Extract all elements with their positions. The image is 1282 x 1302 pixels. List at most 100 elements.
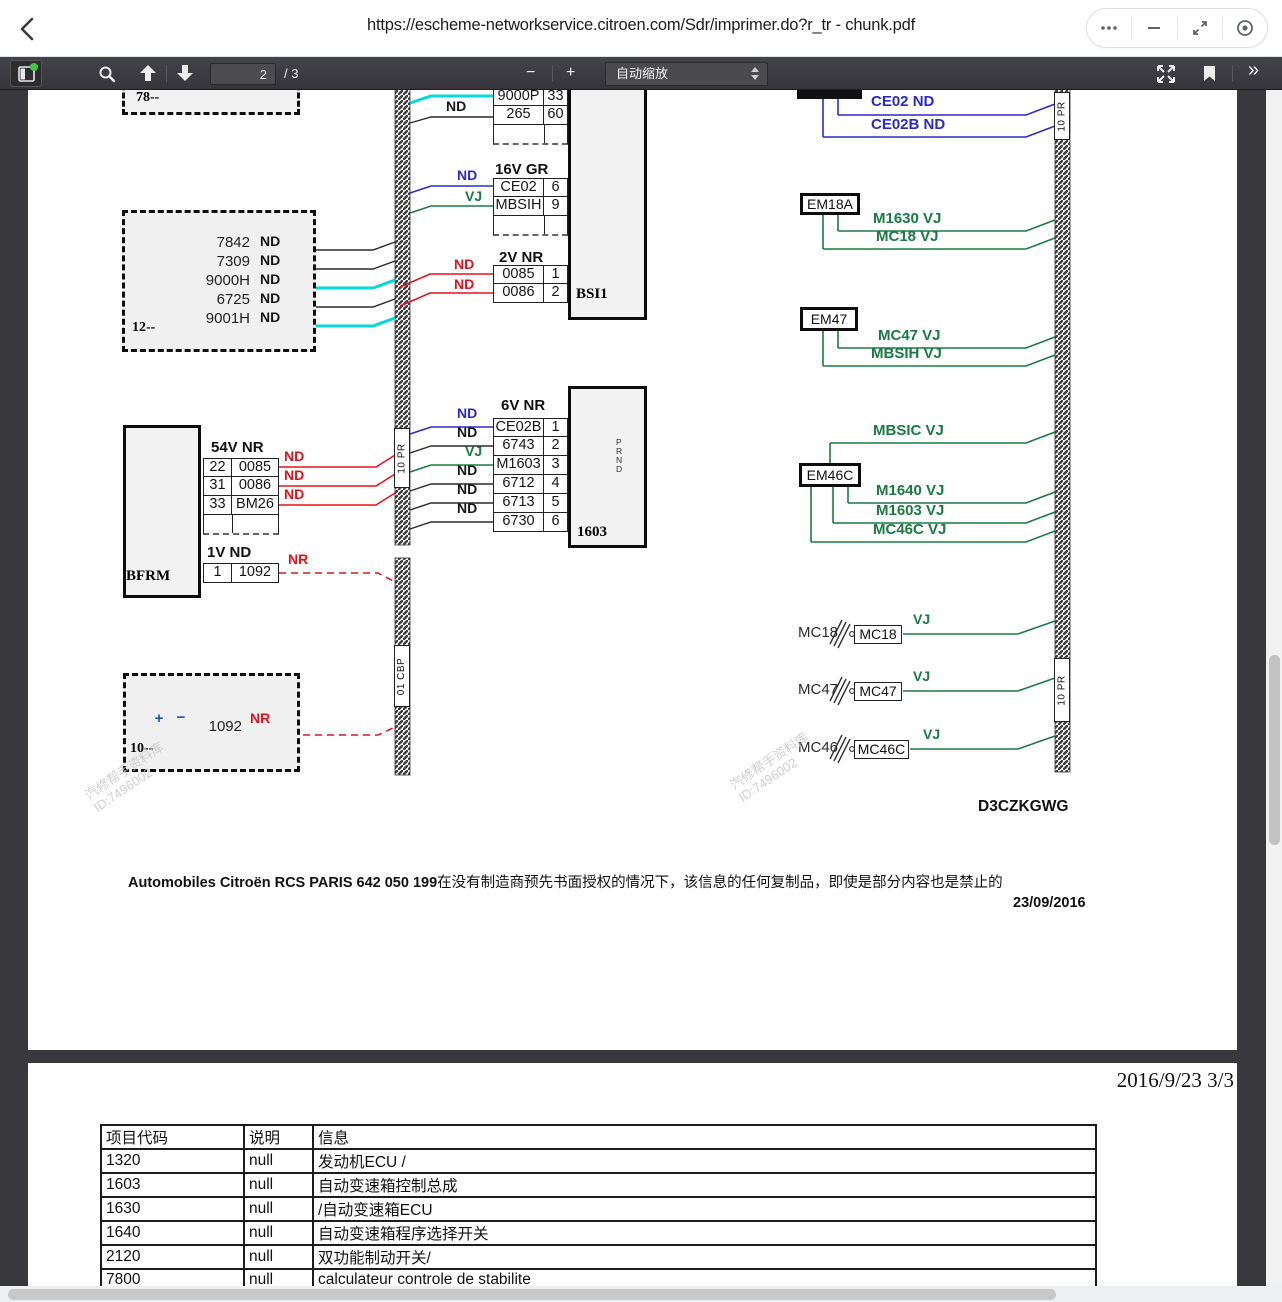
zoom-select-dropdown[interactable]: 自动缩放 <box>605 62 768 86</box>
mc18-connector-box: MC18 <box>854 625 902 644</box>
pdf-page-1: 78-- 12-- 10-- + − 1092 NR BSI1 1603 P R… <box>28 90 1237 1050</box>
minimize-button[interactable] <box>1132 9 1176 47</box>
pin-cell: 6 <box>551 513 560 529</box>
browser-menu-pill <box>1086 8 1268 48</box>
pin-cell: 1 <box>551 419 560 435</box>
pin-cell: 3 <box>551 456 560 472</box>
bookmark-icon <box>1203 66 1215 81</box>
previous-page-button[interactable] <box>136 60 160 87</box>
resize-window-button[interactable] <box>1178 9 1222 47</box>
battery-minus-sign: − <box>176 709 186 726</box>
wire-name-mc46c-vj: MC46C VJ <box>873 521 947 538</box>
zoom-out-button[interactable]: − <box>526 64 535 82</box>
wire-color-nd: ND <box>457 500 478 516</box>
page2-date-header: 2016/9/23 3/3 <box>1116 1068 1234 1092</box>
component-12-label: 12-- <box>132 320 156 335</box>
desc-cell: null <box>243 1244 314 1270</box>
pin-cell: 5 <box>551 494 560 510</box>
vertical-scrollbar-thumb[interactable] <box>1268 655 1280 845</box>
table-row: 1640 null 自动变速箱程序选择开关 <box>100 1220 1097 1246</box>
code-cell: 1320 <box>100 1148 245 1174</box>
toggle-sidebar-button[interactable] <box>10 60 42 87</box>
wire-color-nd: ND <box>260 233 281 249</box>
down-arrow-icon <box>177 65 193 81</box>
copyright-notice: 在没有制造商预先书面授权的情况下，该信息的任何复制品，即使是部分内容也是禁止的 <box>437 875 1003 891</box>
wire-color-nr: NR <box>250 710 271 726</box>
gearbox-1603-label: 1603 <box>577 524 607 540</box>
wire-color-vj: VJ <box>465 188 483 204</box>
component-78-label: 78-- <box>136 90 160 105</box>
page-number-input[interactable] <box>210 63 276 85</box>
empty-pin-row <box>203 515 279 535</box>
code-cell: 2120 <box>100 1244 245 1270</box>
wire-color-vj: VJ <box>913 668 931 684</box>
wire-name-ce02-nd: CE02 ND <box>871 93 935 110</box>
vertical-scrollbar-track[interactable] <box>1266 90 1282 1302</box>
toolbar-separator <box>1232 65 1233 82</box>
empty-pin-row <box>493 125 568 145</box>
pin-cell: 60 <box>547 106 564 122</box>
code-cell: 1630 <box>100 1196 245 1222</box>
column-header: 项目代码 <box>100 1124 245 1150</box>
wire-color-nd: ND <box>260 290 281 306</box>
wire-color-nd: ND <box>454 276 475 292</box>
info-cell: 自动变速箱程序选择开关 <box>312 1220 1097 1246</box>
zoom-in-button[interactable]: + <box>566 64 575 82</box>
more-options-button[interactable] <box>1087 9 1131 47</box>
footer-date: 23/09/2016 <box>1013 895 1086 911</box>
desc-cell: null <box>243 1196 314 1222</box>
sensor-pin: 7309 <box>216 253 250 270</box>
wire-color-nd: ND <box>454 256 475 272</box>
three-dots-icon <box>1101 26 1117 30</box>
mc46c-connector-box: MC46C <box>854 740 909 759</box>
desc-cell: null <box>243 1220 314 1246</box>
record-target-button[interactable] <box>1223 9 1267 47</box>
presentation-mode-button[interactable] <box>1152 60 1180 87</box>
pdf-viewer-area[interactable]: 78-- 12-- 10-- + − 1092 NR BSI1 1603 P R… <box>0 90 1282 1302</box>
pin-cell: 0085 <box>238 459 272 475</box>
em46c-box: EM46C <box>799 463 861 487</box>
wire-color-vj: VJ <box>923 726 941 742</box>
copyright-line: Automobiles Citroën RCS PARIS 642 050 19… <box>128 871 1003 892</box>
bsi1-label: BSI1 <box>576 286 608 302</box>
resize-icon <box>1192 21 1207 35</box>
horizontal-scrollbar-track[interactable] <box>0 1286 1282 1302</box>
pin-cell: 33 <box>204 496 232 514</box>
toolbar-separator <box>552 65 553 82</box>
next-page-button[interactable] <box>173 60 197 87</box>
search-button[interactable] <box>95 60 119 87</box>
wire-color-nd: ND <box>457 405 478 421</box>
pin-cell: 1 <box>204 564 232 582</box>
column-header: 信息 <box>312 1124 1097 1150</box>
bfrm-label: BFRM <box>126 568 171 584</box>
pin-cell: CE02 <box>494 179 544 196</box>
wire-color-nd: ND <box>260 309 281 325</box>
company-name: Automobiles Citroën RCS PARIS 642 050 19… <box>128 875 438 891</box>
table-header-row: 项目代码 说明 信息 <box>100 1124 1097 1150</box>
browser-window: https://escheme-networkservice.citroen.c… <box>0 0 1282 1302</box>
wire-name-m1630-vj: M1630 VJ <box>873 210 942 227</box>
bookmark-button[interactable] <box>1196 60 1222 87</box>
sensor-pin: 7842 <box>216 234 250 251</box>
horizontal-scrollbar-thumb[interactable] <box>8 1288 1056 1300</box>
pin-cell: 2 <box>551 284 560 300</box>
pin-cell: 0086 <box>238 477 272 493</box>
wire-color-nd: ND <box>284 448 305 464</box>
more-tools-button[interactable]: » <box>1248 59 1259 82</box>
info-cell: 双功能制动开关/ <box>312 1244 1097 1270</box>
code-cell: 1603 <box>100 1172 245 1198</box>
table-row: 1630 null/自动变速箱ECU <box>100 1196 1097 1222</box>
pin-cell: 0086 <box>494 284 544 302</box>
pin-cell: 9 <box>551 197 560 213</box>
bar-label-10pr-right-top: 10 PR <box>1054 92 1070 140</box>
pin-cell: 1092 <box>238 564 272 580</box>
pin-cell: MBSIH <box>494 197 544 215</box>
wire-name-ce02b-nd: CE02B ND <box>871 116 946 133</box>
pin-cell: 9000P <box>494 90 544 105</box>
pin-cell: 22 <box>204 459 232 476</box>
wire-name-mbsih-vj: MBSIH VJ <box>871 345 942 362</box>
wire-color-nr: NR <box>288 551 309 567</box>
wire-color-vj: VJ <box>913 611 931 627</box>
table-row: 1603 null 自动变速箱控制总成 <box>100 1172 1097 1198</box>
minimize-icon <box>1148 27 1161 29</box>
